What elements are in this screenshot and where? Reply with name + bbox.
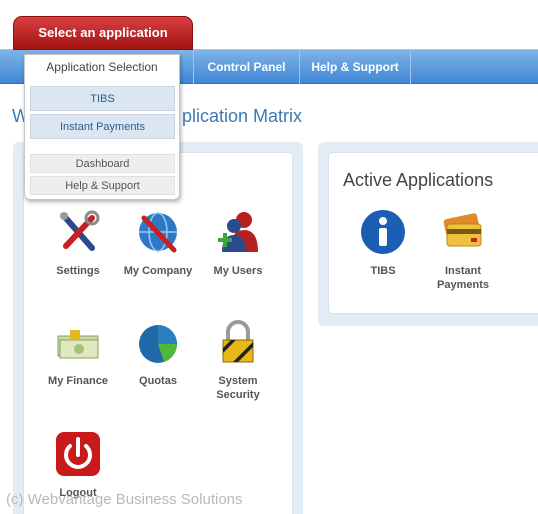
my-company-tile[interactable]: My Company <box>120 208 196 278</box>
quotas-label: Quotas <box>139 375 177 387</box>
dropdown-item-tibs[interactable]: TIBS <box>30 86 175 111</box>
quotas-tile[interactable]: Quotas <box>120 318 196 388</box>
application-selection-dropdown: Application Selection TIBS Instant Payme… <box>24 54 180 200</box>
tibs-app-label: TIBS <box>370 265 396 277</box>
power-icon <box>56 432 100 476</box>
dropdown-item-help-support[interactable]: Help & Support <box>30 176 175 195</box>
my-company-label: My Company <box>123 265 193 277</box>
nav-help-support[interactable]: Help & Support <box>299 50 411 84</box>
instant-payments-app-label: Instant Payments <box>437 265 489 291</box>
money-icon <box>57 330 99 359</box>
system-security-tile[interactable]: System Security <box>200 318 276 402</box>
my-users-tile[interactable]: My Users <box>200 208 276 278</box>
dropdown-item-instant-payments[interactable]: Instant Payments <box>30 114 175 139</box>
info-icon <box>361 210 405 254</box>
my-users-label: My Users <box>213 265 263 277</box>
dropdown-header: Application Selection <box>46 60 158 74</box>
dropdown-item-dashboard[interactable]: Dashboard <box>30 154 175 173</box>
my-finance-label: My Finance <box>48 375 108 387</box>
system-security-label: System Security <box>216 375 260 401</box>
settings-icon <box>60 210 100 251</box>
instant-payments-app-tile[interactable]: Instant Payments <box>425 208 501 292</box>
credit-card-icon <box>443 213 482 247</box>
settings-tile[interactable]: Settings <box>40 208 116 278</box>
copyright-watermark: (c) Webvantage Business Solutions <box>6 491 243 508</box>
logout-tile[interactable]: Logout <box>40 430 116 500</box>
company-globe-icon <box>139 212 177 253</box>
my-finance-tile[interactable]: My Finance <box>40 318 116 388</box>
settings-label: Settings <box>56 265 100 277</box>
padlock-icon <box>222 320 254 363</box>
users-icon <box>218 212 258 252</box>
tibs-app-tile[interactable]: TIBS <box>345 208 421 278</box>
active-applications-title: Active Applications <box>343 170 494 190</box>
nav-control-panel[interactable]: Control Panel <box>193 50 299 84</box>
pie-chart-icon <box>139 325 177 363</box>
select-application-button[interactable]: Select an application <box>13 16 193 50</box>
